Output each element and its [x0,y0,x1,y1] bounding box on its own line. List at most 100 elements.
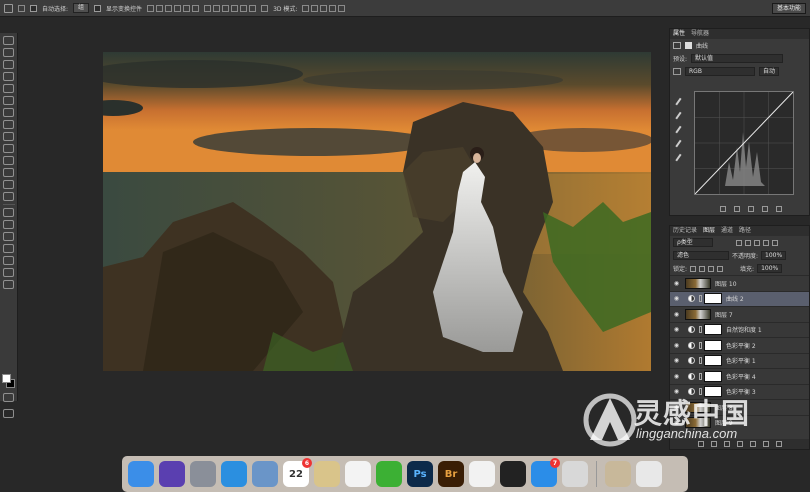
auto-select-checkbox[interactable] [30,4,37,12]
filter-smart-icon[interactable] [772,239,778,246]
layer-mask-thumbnail[interactable] [704,339,722,351]
zoom-tool-icon[interactable] [3,268,14,277]
visibility-icon[interactable] [762,206,768,212]
filter-shape-icon[interactable] [763,239,769,246]
history-brush-tool-icon[interactable] [3,144,14,153]
pencil-curve-icon[interactable] [675,153,686,165]
link-icon[interactable] [699,357,702,365]
filter-adjust-icon[interactable] [745,239,751,246]
siri-icon[interactable] [159,461,185,487]
preset-dropdown[interactable]: 默认值 [691,54,784,63]
pen-tool-icon[interactable] [3,208,14,217]
distribute-right-icon[interactable] [249,4,257,12]
layer-style-icon[interactable] [710,441,717,447]
photo-stack-icon[interactable] [605,461,631,487]
healing-brush-tool-icon[interactable] [3,108,14,117]
layer-name[interactable]: 色彩平衡 2 [726,341,756,350]
banana-icon[interactable] [500,461,526,487]
tab-layers[interactable]: 图层 [703,226,715,236]
distribute-bottom-icon[interactable] [222,4,230,12]
wechat-icon[interactable] [376,461,402,487]
hand-tool-icon[interactable] [3,256,14,265]
gray-point-eyedropper-icon[interactable] [675,111,686,123]
new-adjustment-icon[interactable] [736,441,743,447]
launchpad-icon[interactable] [190,461,216,487]
clone-stamp-tool-icon[interactable] [3,132,14,141]
safari-icon[interactable] [221,461,247,487]
layer-mask-thumbnail[interactable] [704,293,722,305]
type-tool-icon[interactable] [3,220,14,229]
lock-all-icon[interactable] [717,265,724,272]
layer-mask-thumbnail[interactable] [704,324,722,336]
lasso-tool-icon[interactable] [3,60,14,69]
tab-channels[interactable]: 通道 [721,226,733,236]
layer-name[interactable]: 图层 10 [715,279,737,288]
blur-tool-icon[interactable] [3,180,14,189]
tab-navigator[interactable]: 导航器 [691,29,709,39]
layer-row[interactable]: ◉ 色彩平衡 4 [670,368,809,384]
lock-transparent-icon[interactable] [690,265,697,272]
itunes-icon[interactable] [469,461,495,487]
delete-layer-icon[interactable] [775,441,782,447]
layer-thumbnail[interactable] [685,308,711,320]
lock-pixels-icon[interactable] [699,265,706,272]
tab-properties[interactable]: 属性 [673,29,685,39]
move-tool-icon[interactable] [4,3,13,13]
3d-slide-icon[interactable] [329,4,337,12]
3d-scale-icon[interactable] [338,4,346,12]
auto-select-dropdown[interactable]: 组 [73,3,90,13]
delete-adjustment-icon[interactable] [776,206,782,212]
layer-name[interactable]: 色彩平衡 1 [726,356,756,365]
qq-icon[interactable] [345,461,371,487]
layer-filter-dropdown[interactable]: ρ类型 [673,238,713,247]
app-store-icon[interactable]: 7 [531,458,560,487]
dodge-tool-icon[interactable] [3,192,14,201]
link-layers-icon[interactable] [697,441,704,447]
opacity-input[interactable]: 100% [761,251,787,260]
tool-preset-icon[interactable] [18,4,25,12]
bridge-icon[interactable]: Br [438,461,464,487]
distribute-left-icon[interactable] [231,4,239,12]
layer-mask-thumbnail[interactable] [704,355,722,367]
eye-icon[interactable]: ◉ [670,295,683,302]
3d-drag-icon[interactable] [320,4,328,12]
tab-paths[interactable]: 路径 [739,226,751,236]
align-bottom-icon[interactable] [165,4,173,12]
link-icon[interactable] [699,341,702,349]
layer-row[interactable]: ◉ 色彩平衡 2 [670,337,809,353]
new-layer-icon[interactable] [762,441,769,447]
new-group-icon[interactable] [749,441,756,447]
quick-mask-icon[interactable] [3,393,14,402]
finder-icon[interactable] [128,461,154,487]
3d-roll-icon[interactable] [311,4,319,12]
link-icon[interactable] [699,295,702,303]
fill-input[interactable]: 100% [757,264,783,273]
path-select-tool-icon[interactable] [3,232,14,241]
tab-history[interactable]: 历史记录 [673,226,697,236]
brush-tool-icon[interactable] [3,120,14,129]
shape-tool-icon[interactable] [3,244,14,253]
canvas-photo[interactable] [103,52,651,371]
eye-icon[interactable]: ◉ [670,373,683,380]
view-previous-icon[interactable] [734,206,740,212]
layer-row[interactable]: ◉ 图层 10 [670,275,809,291]
layer-row[interactable]: ◉ 色彩平衡 1 [670,352,809,369]
add-mask-icon[interactable] [723,441,730,447]
3d-rotate-icon[interactable] [302,4,310,12]
photo-browser-icon[interactable] [314,461,340,487]
eye-icon[interactable]: ◉ [670,342,683,349]
layer-name[interactable]: 曲线 2 [726,294,744,303]
move-tool-icon[interactable] [3,36,14,45]
curves-graph[interactable] [694,91,794,195]
lock-position-icon[interactable] [708,265,715,272]
clip-to-layer-icon[interactable] [720,206,726,212]
edit-toolbar-icon[interactable] [3,280,14,289]
eye-icon[interactable]: ◉ [670,357,683,364]
quick-select-tool-icon[interactable] [3,72,14,81]
eyedropper-tool-icon[interactable] [3,96,14,105]
filter-pixel-icon[interactable] [736,239,742,246]
layer-row[interactable]: ◉ 曲线 2 [670,290,809,306]
gradient-tool-icon[interactable] [3,168,14,177]
preview-icon[interactable] [252,461,278,487]
align-vcenter-icon[interactable] [156,4,164,12]
